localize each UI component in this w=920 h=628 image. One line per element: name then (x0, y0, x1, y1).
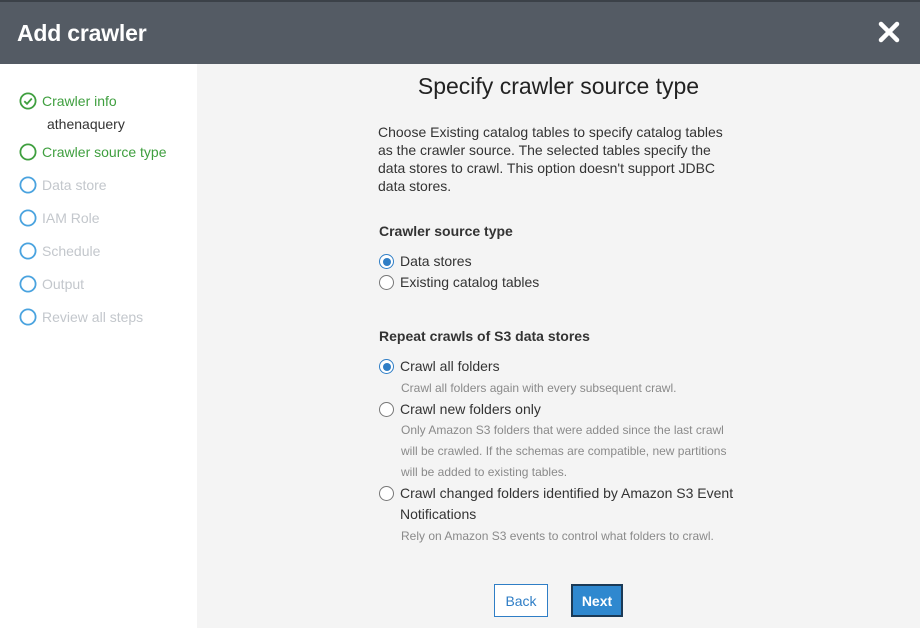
step-circle-icon (19, 242, 37, 260)
step-crawler-source-type[interactable]: Crawler source type (19, 143, 167, 161)
step-data-store[interactable]: Data store (19, 176, 107, 194)
radio-crawl-new-folders-only[interactable]: Crawl new folders only (379, 399, 541, 420)
radio-label: Crawl all folders (400, 358, 500, 374)
step-circle-icon (19, 275, 37, 293)
radio-button[interactable] (379, 275, 394, 290)
page-title: Specify crawler source type (417, 73, 700, 99)
step-label: Data store (42, 177, 107, 193)
dialog-title: Add crawler (17, 20, 147, 46)
step-output[interactable]: Output (19, 275, 84, 293)
close-icon[interactable] (878, 21, 900, 43)
step-review-all-steps[interactable]: Review all steps (19, 308, 143, 326)
radio-button[interactable] (379, 359, 394, 374)
help-text: Rely on Amazon S3 events to control what… (401, 529, 714, 543)
step-label: Output (42, 276, 85, 292)
radio-crawl-changed-folders[interactable]: Crawl changed folders identified by Amaz… (379, 483, 740, 525)
step-crawler-info[interactable]: Crawler info (19, 92, 117, 110)
next-button[interactable]: Next (571, 584, 623, 617)
check-circle-icon (19, 92, 37, 110)
radio-existing-catalog-tables[interactable]: Existing catalog tables (379, 272, 539, 293)
step-sublabel: athenaquery (47, 116, 125, 132)
step-label: IAM Role (42, 210, 100, 226)
step-circle-icon (19, 176, 37, 194)
help-text: Only Amazon S3 folders that were added s… (401, 423, 727, 479)
step-label: Crawler info (42, 93, 117, 109)
main-content: Specify crawler source type Choose Exist… (197, 64, 920, 628)
radio-button[interactable] (379, 402, 394, 417)
wizard-steps-sidebar: Crawler info athenaquery Crawler source … (0, 64, 197, 628)
step-circle-icon (19, 308, 37, 326)
radio-button[interactable] (379, 486, 394, 501)
step-label: Review all steps (42, 309, 144, 325)
radio-label: Existing catalog tables (400, 274, 540, 290)
step-iam-role[interactable]: IAM Role (19, 209, 100, 227)
dialog-header: Add crawler (0, 0, 920, 64)
step-label: Crawler source type (42, 144, 167, 160)
step-label: Schedule (42, 243, 101, 259)
step-circle-icon (19, 143, 37, 161)
help-text: Crawl all folders again with every subse… (401, 381, 677, 395)
radio-button[interactable] (379, 254, 394, 269)
radio-label: Crawl new folders only (400, 401, 541, 417)
crawler-source-type-label: Crawler source type (379, 223, 513, 239)
radio-label: Data stores (400, 253, 472, 269)
step-schedule[interactable]: Schedule (19, 242, 100, 260)
back-button[interactable]: Back (494, 584, 548, 617)
radio-label: Crawl changed folders identified by Amaz… (400, 485, 734, 522)
radio-data-stores[interactable]: Data stores (379, 251, 472, 272)
repeat-crawls-label: Repeat crawls of S3 data stores (379, 328, 590, 344)
intro-text: Choose Existing catalog tables to specif… (378, 124, 723, 194)
step-circle-icon (19, 209, 37, 227)
radio-crawl-all-folders[interactable]: Crawl all folders (379, 356, 500, 377)
